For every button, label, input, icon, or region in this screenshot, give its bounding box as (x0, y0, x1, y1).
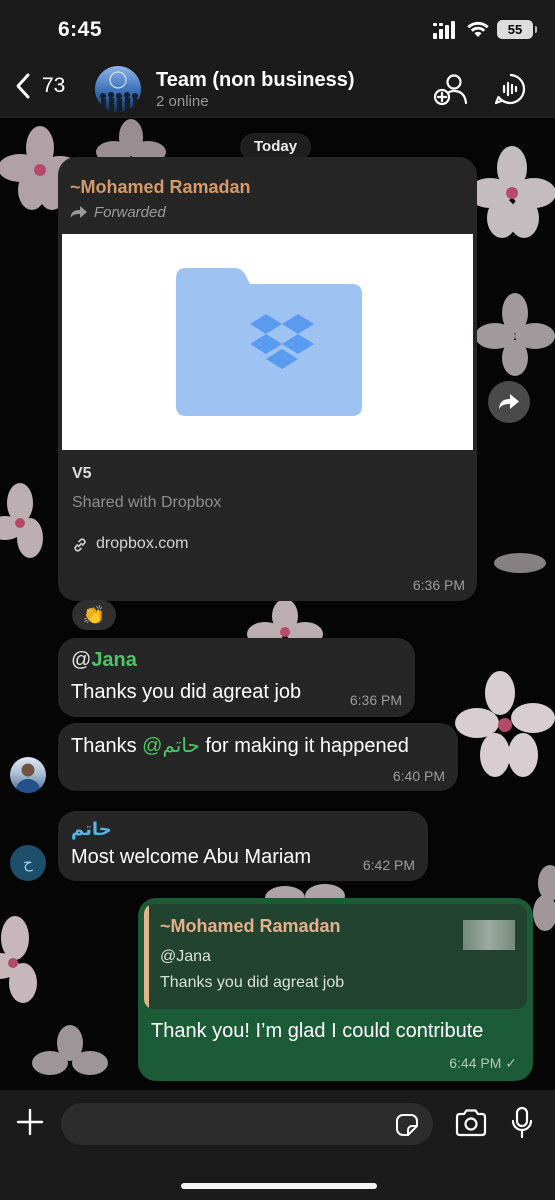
message-time: 6:36 PM (349, 692, 402, 708)
forwarded-message-bubble[interactable]: ~Mohamed Ramadan Forwarded V5 Shared wit… (58, 157, 477, 601)
link-title[interactable]: V5 (72, 465, 92, 483)
chevron-left-icon (16, 73, 30, 99)
online-status: 2 online (156, 93, 209, 110)
sender-name[interactable]: حاتم (71, 819, 112, 840)
group-avatar[interactable] (95, 66, 141, 112)
message-input[interactable] (61, 1103, 433, 1145)
link-domain[interactable]: dropbox.com (96, 535, 189, 553)
battery-indicator: 55 (497, 20, 537, 39)
mention-at: @ (71, 649, 92, 671)
message-time: 6:44 PM ✓ (449, 1055, 517, 1071)
camera-icon[interactable] (454, 1109, 488, 1137)
status-icons: 55 (433, 20, 537, 39)
share-button[interactable] (488, 381, 530, 423)
add-member-icon[interactable] (434, 72, 468, 106)
reply-sender: ~Mohamed Ramadan (160, 916, 341, 936)
sender-avatar[interactable]: ح (10, 845, 46, 881)
chat-title[interactable]: Team (non business) (156, 69, 355, 92)
reply-quote[interactable]: ~Mohamed Ramadan @Jana Thanks you did ag… (144, 904, 527, 1009)
message-bubble[interactable]: حاتم Most welcome Abu Mariam 6:42 PM (58, 811, 428, 881)
forward-arrow-icon (70, 206, 87, 218)
flower-decoration (475, 293, 555, 376)
group-photo (100, 71, 138, 112)
message-time: 6:42 PM (362, 857, 415, 873)
message-text: Most welcome Abu Mariam (71, 846, 312, 868)
clock: 6:45 (58, 18, 103, 41)
flower-decoration (455, 671, 555, 777)
mention-name[interactable]: @حاتم (142, 735, 200, 757)
outgoing-message-bubble[interactable]: ~Mohamed Ramadan @Jana Thanks you did ag… (138, 898, 533, 1081)
status-bar: 6:45 55 (0, 0, 555, 60)
person-photo (15, 763, 41, 793)
flower-decoration (32, 1025, 108, 1075)
dropbox-folder-icon (176, 268, 362, 416)
message-bubble[interactable]: Thanks @حاتم for making it happened 6:40… (58, 723, 458, 791)
reply-mention: @Jana (160, 948, 211, 965)
message-text-part: for making it happened (199, 735, 409, 757)
message-time: 6:40 PM (392, 768, 445, 784)
wifi-icon (467, 21, 489, 37)
back-button[interactable]: 73 (14, 72, 65, 100)
flower-decoration (0, 916, 37, 1003)
unread-count: 73 (42, 74, 66, 97)
message-bubble[interactable]: @Jana Thanks you did agreat job 6:36 PM (58, 638, 415, 717)
forwarded-label: Forwarded (94, 204, 166, 221)
reply-text: Thanks you did agreat job (160, 974, 345, 991)
cellular-signal-icon (433, 20, 455, 39)
message-time: 6:36 PM (412, 577, 465, 593)
message-text: Thanks you did agreat job (71, 681, 302, 703)
mention[interactable]: @Jana (71, 649, 137, 672)
sticker-icon[interactable] (395, 1113, 419, 1137)
flower-decoration (494, 553, 546, 573)
voice-chat-icon[interactable] (493, 72, 527, 106)
sender-avatar[interactable] (10, 757, 46, 793)
share-arrow-icon (499, 394, 519, 409)
link-preview-image[interactable] (62, 234, 473, 450)
home-indicator (181, 1183, 377, 1189)
reaction-chip[interactable]: 👏 (72, 600, 116, 630)
reply-accent-bar (144, 904, 149, 1009)
sender-name[interactable]: ~Mohamed Ramadan (70, 177, 251, 198)
mention-name[interactable]: Jana (91, 649, 137, 671)
attach-plus-icon[interactable] (14, 1106, 46, 1138)
microphone-icon[interactable] (510, 1106, 534, 1140)
chat-header: 73 Team (non business) 2 online (0, 60, 555, 118)
message-text: Thanks @حاتم for making it happened (71, 733, 409, 758)
flower-decoration (0, 483, 43, 558)
link-icon (74, 538, 86, 552)
message-text: Thank you! I’m glad I could contribute (151, 1020, 484, 1042)
message-text-part: Thanks (71, 735, 143, 757)
link-description: Shared with Dropbox (72, 494, 222, 511)
blurred-thumbnail (463, 920, 515, 950)
